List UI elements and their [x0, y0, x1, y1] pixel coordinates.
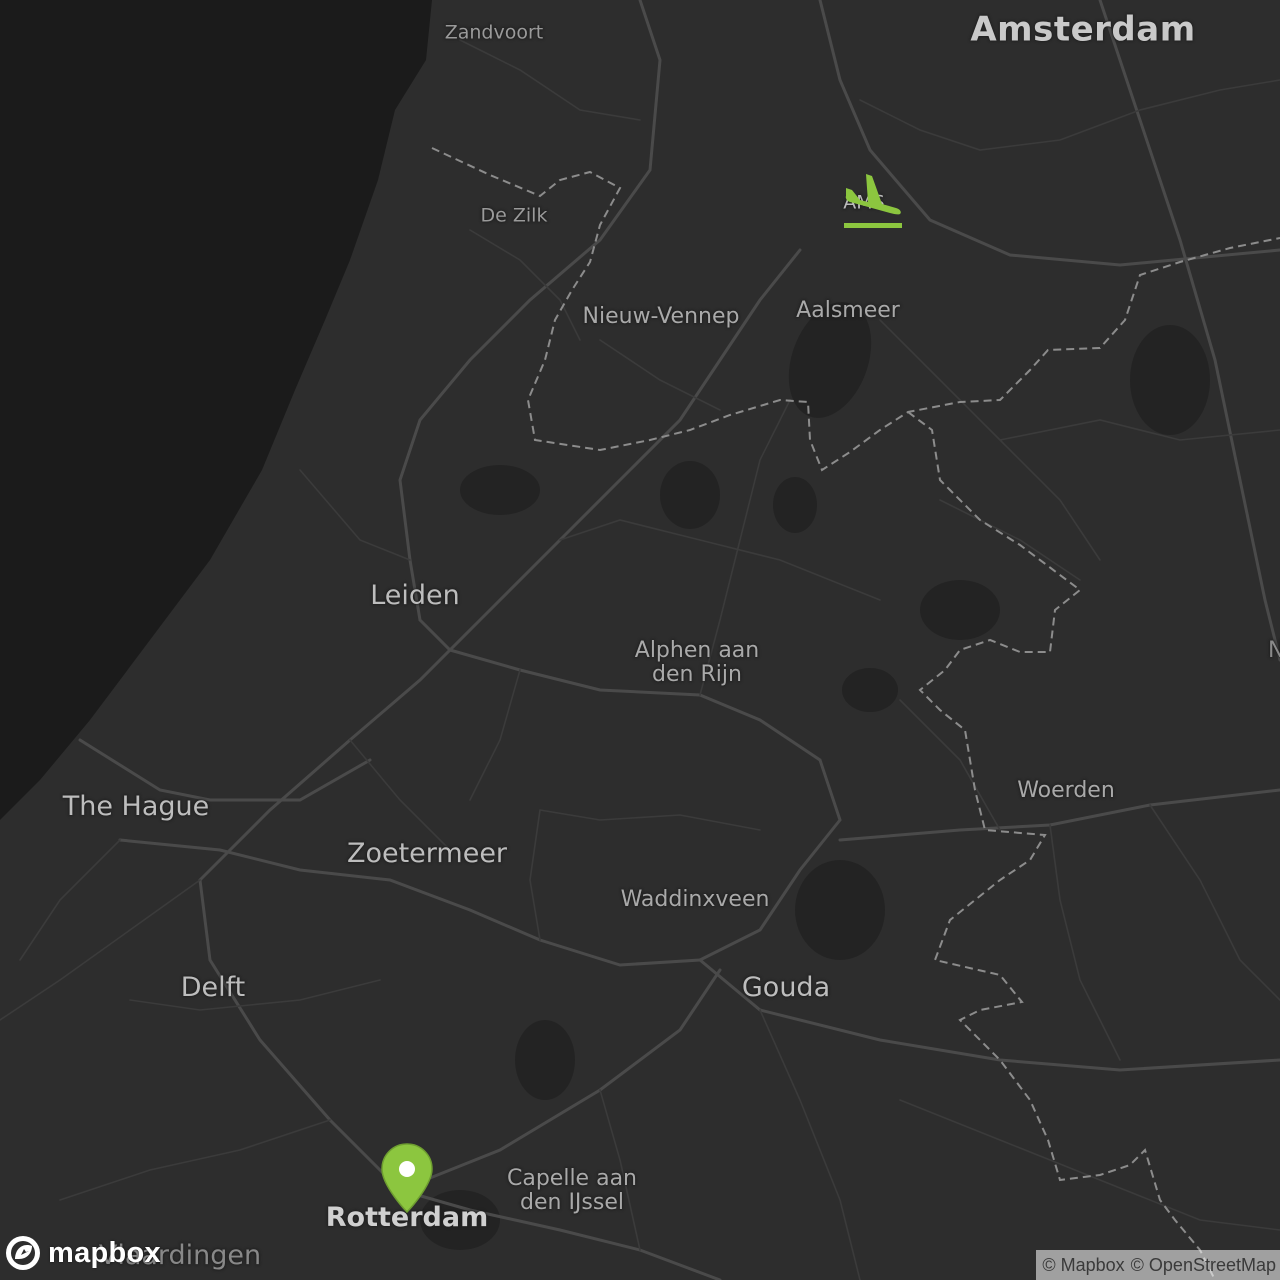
- attribution-osm-link[interactable]: © OpenStreetMap: [1131, 1255, 1276, 1276]
- mapbox-logo-icon: [6, 1236, 40, 1270]
- label-aalsmeer: Aalsmeer: [796, 297, 900, 323]
- mapbox-logo-text: mapbox: [48, 1236, 161, 1269]
- label-gouda: Gouda: [741, 972, 831, 1004]
- label-alphen-aan-den-rijn: Alphen aan den Rijn: [634, 637, 760, 687]
- label-zandvoort: Zandvoort: [444, 21, 544, 44]
- label-nieuw-vennep: Nieuw-Vennep: [582, 303, 740, 329]
- label-de-zilk: De Zilk: [480, 204, 548, 227]
- label-waddinxveen: Waddinxveen: [620, 886, 770, 912]
- label-zoetermeer: Zoetermeer: [346, 838, 508, 870]
- map-view[interactable]: Amsterdam Zandvoort De Zilk Nieuw-Vennep…: [0, 0, 1280, 1280]
- location-pin-marker[interactable]: [380, 1142, 434, 1214]
- airplane-arrival-icon: [844, 174, 902, 228]
- label-delft: Delft: [180, 972, 246, 1004]
- label-woerden: Woerden: [1017, 777, 1115, 803]
- label-leiden: Leiden: [370, 580, 460, 612]
- airport-marker[interactable]: AMS: [838, 168, 908, 232]
- location-pin-icon: [381, 1143, 433, 1214]
- label-capelle-aan-den-ijssel: Capelle aan den IJssel: [506, 1165, 638, 1215]
- label-the-hague: The Hague: [62, 791, 210, 823]
- attribution-mapbox-link[interactable]: © Mapbox: [1042, 1255, 1124, 1276]
- label-amsterdam: Amsterdam: [970, 9, 1196, 50]
- mapbox-logo[interactable]: mapbox: [4, 1234, 161, 1272]
- label-edge-partial: N: [1268, 637, 1280, 663]
- attribution-bar: © Mapbox © OpenStreetMap: [1036, 1250, 1280, 1280]
